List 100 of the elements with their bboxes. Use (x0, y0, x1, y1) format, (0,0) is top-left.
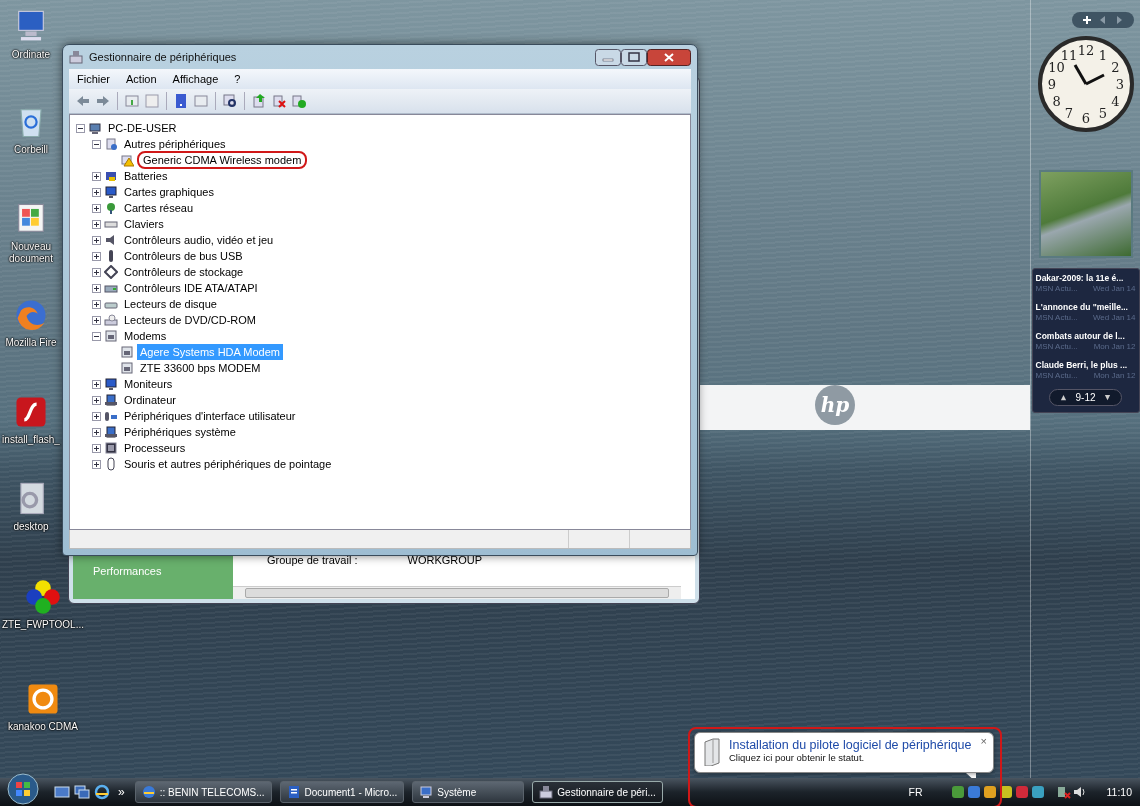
news-source: MSN Actu... (1035, 371, 1078, 380)
document-icon (286, 785, 301, 799)
tree-item[interactable]: Batteries (121, 168, 171, 184)
balls-icon[interactable] (24, 578, 62, 616)
scan-icon[interactable] (222, 93, 238, 109)
overflow-chevron[interactable]: » (118, 785, 125, 799)
tree-item[interactable]: Processeurs (121, 440, 189, 456)
desktop-icon-label: ZTE_FWPTOOL... (1, 619, 84, 631)
tree-item[interactable]: Autres périphériques (121, 136, 229, 152)
collapse-icon[interactable] (76, 123, 85, 133)
tree-item[interactable]: Ordinateur (121, 392, 179, 408)
tray-icon[interactable] (1030, 785, 1045, 799)
tree-item[interactable]: Lecteurs de DVD/CD-ROM (121, 312, 260, 328)
expand-icon[interactable] (92, 219, 101, 229)
tree-item[interactable]: Cartes réseau (121, 200, 197, 216)
taskbar-button-label: Gestionnaire de péri... (557, 786, 656, 798)
tower-pc-icon (703, 738, 721, 766)
news-headline[interactable]: Combats autour de l... (1035, 331, 1136, 342)
tree-item[interactable]: Contrôleurs IDE ATA/ATAPI (121, 280, 261, 296)
expand-icon[interactable] (92, 299, 101, 309)
taskbar-button[interactable]: Gestionnaire de péri... (532, 781, 663, 803)
desktop-icon-label: desktop (13, 521, 49, 533)
tree-item[interactable]: Contrôleurs de stockage (121, 264, 247, 280)
help-icon[interactable] (173, 93, 189, 109)
switch-windows-icon[interactable] (74, 784, 90, 800)
horizontal-scrollbar[interactable] (233, 586, 681, 599)
tree-item[interactable]: Périphériques d'interface utilisateur (121, 408, 299, 424)
news-source: MSN Actu... (1035, 313, 1078, 322)
start-button[interactable] (6, 772, 40, 806)
tray-icon[interactable] (966, 785, 981, 799)
tree-item[interactable]: Périphériques système (121, 424, 239, 440)
forward-arrow-icon[interactable] (95, 93, 111, 109)
tree-item[interactable]: Lecteurs de disque (121, 296, 220, 312)
expand-icon[interactable] (92, 267, 101, 277)
news-headline[interactable]: Dakar-2009: la 11e é... (1035, 273, 1136, 284)
close-icon[interactable] (647, 48, 691, 66)
tree-item[interactable]: PC-DE-USER (105, 120, 180, 136)
next-icon[interactable] (1114, 15, 1124, 25)
device-icon (104, 313, 118, 327)
update-driver-icon[interactable] (251, 93, 267, 109)
network-icon[interactable] (1056, 785, 1071, 799)
notification-balloon[interactable]: Installation du pilote logiciel de périphérique Cliquez ici pour obtenir le statut. × (694, 732, 994, 773)
enable-icon[interactable] (291, 93, 307, 109)
tree-item[interactable]: Moniteurs (121, 376, 176, 392)
menu-item[interactable]: Action (124, 73, 159, 85)
clock-numeral: 4 (1110, 94, 1120, 109)
show-desktop-icon[interactable] (54, 784, 70, 800)
tree-item[interactable]: Modems (121, 328, 170, 344)
clock-time[interactable]: 11:10 (1106, 786, 1132, 798)
expand-icon[interactable] (92, 395, 101, 405)
tray-icon[interactable] (950, 785, 965, 799)
up-arrow-icon[interactable] (1060, 394, 1068, 401)
collapse-icon[interactable] (92, 331, 101, 341)
taskbar-button[interactable]: Document1 - Micro... (279, 781, 405, 803)
properties-icon[interactable] (124, 93, 140, 109)
taskbar-button[interactable]: Système (412, 781, 525, 803)
language-indicator[interactable]: FR (908, 786, 923, 798)
expand-icon[interactable] (92, 171, 101, 181)
menu-item[interactable]: Fichier (75, 73, 112, 85)
tree-item[interactable]: ZTE 33600 bps MODEM (137, 360, 264, 376)
tree-item[interactable]: Generic CDMA Wireless modem (137, 151, 308, 169)
tree-item[interactable]: Cartes graphiques (121, 184, 217, 200)
expand-icon[interactable] (92, 283, 101, 293)
expand-icon[interactable] (92, 411, 101, 421)
news-headline[interactable]: Claude Berri, le plus ... (1035, 360, 1136, 371)
expand-icon[interactable] (92, 379, 101, 389)
desktop-icon-label: Corbeill (14, 144, 48, 156)
expand-icon[interactable] (92, 443, 101, 453)
tree-item[interactable]: Souris et autres périphériques de pointage (121, 456, 335, 472)
expand-icon[interactable] (92, 203, 101, 213)
tree-item[interactable]: Claviers (121, 216, 167, 232)
menu-item[interactable]: ? (232, 73, 243, 85)
expand-icon[interactable] (92, 187, 101, 197)
clock-numeral: 10 (1047, 60, 1065, 75)
expand-icon[interactable] (92, 235, 101, 245)
clock-numeral: 7 (1064, 106, 1073, 122)
tree-item[interactable]: Contrôleurs de bus USB (121, 248, 246, 264)
speaker-icon[interactable] (1072, 785, 1087, 799)
expand-icon[interactable] (92, 251, 101, 261)
tree-item[interactable]: Contrôleurs audio, vidéo et jeu (121, 232, 277, 248)
uninstall-icon[interactable] (271, 93, 287, 109)
previous-icon[interactable] (1098, 15, 1108, 25)
add-icon[interactable] (1082, 15, 1092, 25)
maximize-icon[interactable] (621, 48, 647, 66)
expand-icon[interactable] (92, 427, 101, 437)
device-icon (104, 393, 118, 407)
news-source: MSN Actu... (1035, 284, 1078, 293)
back-arrow-icon[interactable] (75, 93, 91, 109)
expand-icon[interactable] (92, 315, 101, 325)
device-manager-icon (69, 50, 83, 64)
menu-item[interactable]: Affichage (170, 73, 221, 85)
browser-icon[interactable] (94, 784, 110, 800)
news-headline[interactable]: L'annonce du "meille... (1035, 302, 1136, 313)
down-arrow-icon[interactable] (1103, 394, 1111, 401)
taskbar-button[interactable]: :: BENIN TELECOMS... (134, 781, 272, 803)
minimize-icon[interactable] (595, 48, 621, 66)
expand-icon[interactable] (92, 459, 101, 469)
close-button[interactable]: × (980, 735, 987, 747)
collapse-icon[interactable] (92, 139, 101, 149)
tray-icon[interactable] (982, 785, 997, 799)
